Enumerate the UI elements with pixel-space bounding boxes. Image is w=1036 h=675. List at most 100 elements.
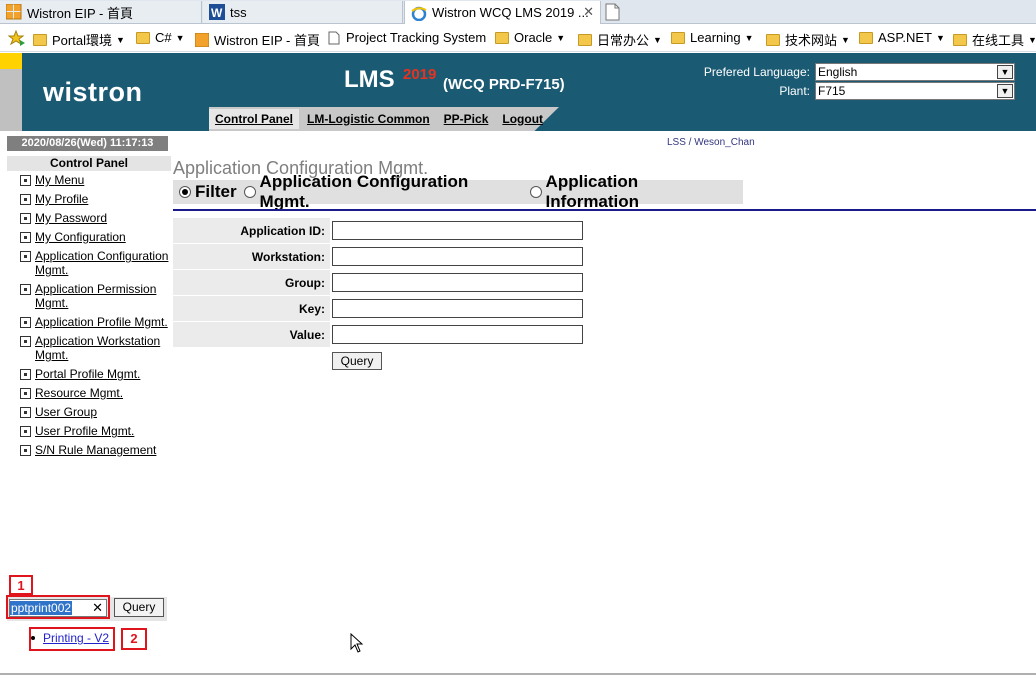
app-site: (WCQ PRD-F715): [443, 76, 565, 93]
sidebar-menu: My Menu My Profile My Password My Config…: [20, 173, 175, 462]
key-input[interactable]: [332, 299, 583, 318]
workstation-label: Workstation:: [173, 244, 330, 269]
wistron-logo: wistron: [43, 77, 143, 107]
favorite-folder[interactable]: 日常办公 ▼: [578, 30, 662, 49]
sidebar-item-portal-profile[interactable]: Portal Profile Mgmt.: [20, 367, 175, 381]
sidebar-item-resource[interactable]: Resource Mgmt.: [20, 386, 175, 400]
radio-filter[interactable]: Filter: [179, 182, 237, 202]
favorite-link[interactable]: Wistron EIP - 首頁: [195, 30, 320, 49]
folder-icon: [495, 31, 509, 44]
favorites-bar: Portal環境 ▼ C# ▼ Wistron EIP - 首頁 Project T…: [0, 25, 1036, 52]
query-button[interactable]: Query: [332, 352, 382, 370]
form-row: Key:: [173, 296, 585, 322]
app-header: wistron LMS 2019 (WCQ PRD-F715) Prefered…: [0, 53, 1036, 131]
chevron-down-icon: ▼: [997, 84, 1013, 98]
plant-select[interactable]: F715 ▼: [815, 82, 1015, 100]
new-tab-icon[interactable]: [602, 2, 622, 22]
workstation-input[interactable]: [332, 247, 583, 266]
sidebar-item-user-profile[interactable]: User Profile Mgmt.: [20, 424, 175, 438]
sidebar-item-app-workstation[interactable]: Application Workstation Mgmt.: [20, 334, 175, 362]
favorite-folder[interactable]: 在线工具 ▼: [953, 30, 1036, 49]
favorites-star-icon[interactable]: [8, 30, 26, 46]
browser-tab-active[interactable]: Wistron WCQ LMS 2019 ... ✕: [404, 1, 601, 24]
form-row: Application ID:: [173, 218, 585, 244]
favorite-folder[interactable]: 技术网站 ▼: [766, 30, 850, 49]
annotation-box-1: [6, 595, 110, 619]
page-content: wistron LMS 2019 (WCQ PRD-F715) Prefered…: [0, 53, 1036, 675]
dropdown-arrow-icon: ▼: [935, 32, 945, 43]
tab-label: tss: [230, 4, 247, 20]
bullet-icon: [20, 336, 31, 347]
dropdown-arrow-icon: ▼: [1028, 34, 1036, 45]
menu-search-button[interactable]: Query: [114, 598, 164, 617]
folder-icon: [578, 33, 592, 46]
sidebar-item-app-profile[interactable]: Application Profile Mgmt.: [20, 315, 175, 329]
svg-text:W: W: [211, 6, 223, 20]
value-input[interactable]: [332, 325, 583, 344]
browser-tab[interactable]: Wistron EIP - 首頁: [0, 1, 202, 23]
dropdown-arrow-icon: ▼: [175, 32, 185, 43]
radio-icon: [243, 186, 256, 198]
bullet-icon: [20, 213, 31, 224]
favorite-folder[interactable]: Portal環境 ▼: [33, 30, 125, 49]
sidebar-item-app-config[interactable]: Application Configuration Mgmt.: [20, 249, 175, 277]
bullet-icon: [20, 445, 31, 456]
nav-control-panel[interactable]: Control Panel: [209, 108, 300, 129]
favorite-folder[interactable]: Learning ▼: [671, 30, 754, 45]
sidebar-item-user-group[interactable]: User Group: [20, 405, 175, 419]
bullet-icon: [20, 284, 31, 295]
portal-icon: [195, 32, 209, 47]
folder-icon: [136, 31, 150, 44]
application-id-input[interactable]: [332, 221, 583, 240]
language-select[interactable]: English ▼: [815, 63, 1015, 81]
sidebar-item-my-configuration[interactable]: My Configuration: [20, 230, 175, 244]
dropdown-arrow-icon: ▼: [115, 34, 125, 45]
folder-icon: [953, 33, 967, 46]
sidebar-item-my-password[interactable]: My Password: [20, 211, 175, 225]
sidebar-item-my-menu[interactable]: My Menu: [20, 173, 175, 187]
sidebar-item-my-profile[interactable]: My Profile: [20, 192, 175, 206]
form-row: Workstation:: [173, 244, 585, 270]
close-icon[interactable]: ✕: [583, 4, 594, 20]
nav-logout[interactable]: Logout: [496, 109, 549, 129]
browser-tab-bar: Wistron EIP - 首頁 W tss Wistron WCQ LMS 2…: [0, 0, 1036, 24]
sidebar-item-sn-rule[interactable]: S/N Rule Management: [20, 443, 175, 457]
annotation-marker-2: 2: [121, 628, 147, 650]
bullet-icon: [20, 194, 31, 205]
bullet-icon: [20, 407, 31, 418]
app-name: LMS: [344, 66, 395, 93]
dropdown-arrow-icon: ▼: [653, 34, 662, 45]
dropdown-arrow-icon: ▼: [841, 34, 850, 45]
radio-app-config[interactable]: Application Configuration Mgmt.: [243, 172, 523, 212]
favorite-folder[interactable]: ASP.NET ▼: [859, 30, 945, 45]
sidebar-item-app-permission[interactable]: Application Permission Mgmt.: [20, 282, 175, 310]
favorite-folder[interactable]: Oracle ▼: [495, 30, 565, 45]
dropdown-arrow-icon: ▼: [744, 32, 754, 43]
browser-tab[interactable]: W tss: [203, 1, 403, 23]
bullet-icon: [20, 426, 31, 437]
user-info: LSS / Weson_Chan: [667, 137, 755, 148]
key-label: Key:: [173, 296, 330, 321]
group-input[interactable]: [332, 273, 583, 292]
folder-icon: [859, 31, 873, 44]
favorite-folder[interactable]: C# ▼: [136, 30, 185, 45]
filter-form: Application ID: Workstation: Group: Key:…: [173, 218, 585, 348]
portal-icon: [6, 4, 22, 20]
folder-icon: [33, 33, 47, 46]
divider: [173, 209, 1036, 211]
header-left-strip: [0, 53, 22, 131]
radio-icon: [529, 186, 542, 198]
mouse-cursor-icon: [350, 632, 364, 656]
word-icon: W: [209, 4, 225, 20]
language-label: Prefered Language:: [703, 65, 810, 79]
chevron-down-icon: ▼: [997, 65, 1013, 79]
app-year: 2019: [403, 66, 437, 83]
nav-lm-logistic-common[interactable]: LM-Logistic Common: [301, 109, 436, 129]
bullet-icon: [20, 369, 31, 380]
folder-icon: [766, 33, 780, 46]
favorite-link[interactable]: Project Tracking System: [327, 30, 486, 45]
bullet-icon: [20, 232, 31, 243]
radio-app-info[interactable]: Application Information: [529, 172, 736, 212]
annotation-marker-1: 1: [9, 575, 33, 595]
nav-pp-pick[interactable]: PP-Pick: [438, 109, 495, 129]
